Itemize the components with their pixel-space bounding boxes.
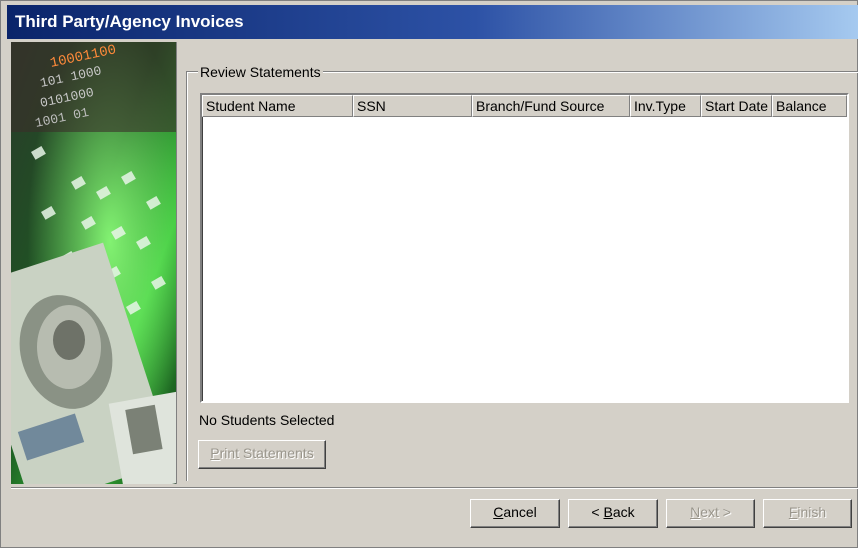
title-bar: Third Party/Agency Invoices [7, 5, 858, 39]
column-header-inv-type[interactable]: Inv.Type [630, 95, 701, 117]
print-statements-label: Print Statements [210, 445, 314, 461]
statements-list[interactable]: Student Name SSN Branch/Fund Source Inv.… [200, 93, 849, 403]
wizard-window: Third Party/Agency Invoices 10001100 101… [0, 0, 858, 548]
list-header: Student Name SSN Branch/Fund Source Inv.… [202, 95, 847, 117]
cancel-button[interactable]: Cancel [470, 499, 560, 528]
column-header-balance[interactable]: Balance [772, 95, 847, 117]
status-text: No Students Selected [199, 412, 335, 428]
money-collage-image: 10001100 101 1000 0101000 1001 01 [11, 42, 177, 484]
finish-button[interactable]: Finish [763, 499, 852, 528]
column-header-branch-fund-source[interactable]: Branch/Fund Source [472, 95, 630, 117]
next-button[interactable]: Next > [666, 499, 755, 528]
column-header-ssn[interactable]: SSN [353, 95, 472, 117]
column-header-student-name[interactable]: Student Name [202, 95, 353, 117]
next-label: Next > [690, 504, 731, 520]
footer-separator [11, 487, 858, 489]
cancel-label: Cancel [493, 504, 537, 520]
window-title: Third Party/Agency Invoices [15, 12, 244, 31]
finish-label: Finish [788, 504, 827, 520]
group-legend: Review Statements [198, 64, 323, 80]
back-label: < Back [591, 504, 635, 520]
column-header-start-date[interactable]: Start Date [701, 95, 772, 117]
print-statements-button[interactable]: Print Statements [198, 440, 326, 469]
back-button[interactable]: < Back [568, 499, 658, 528]
